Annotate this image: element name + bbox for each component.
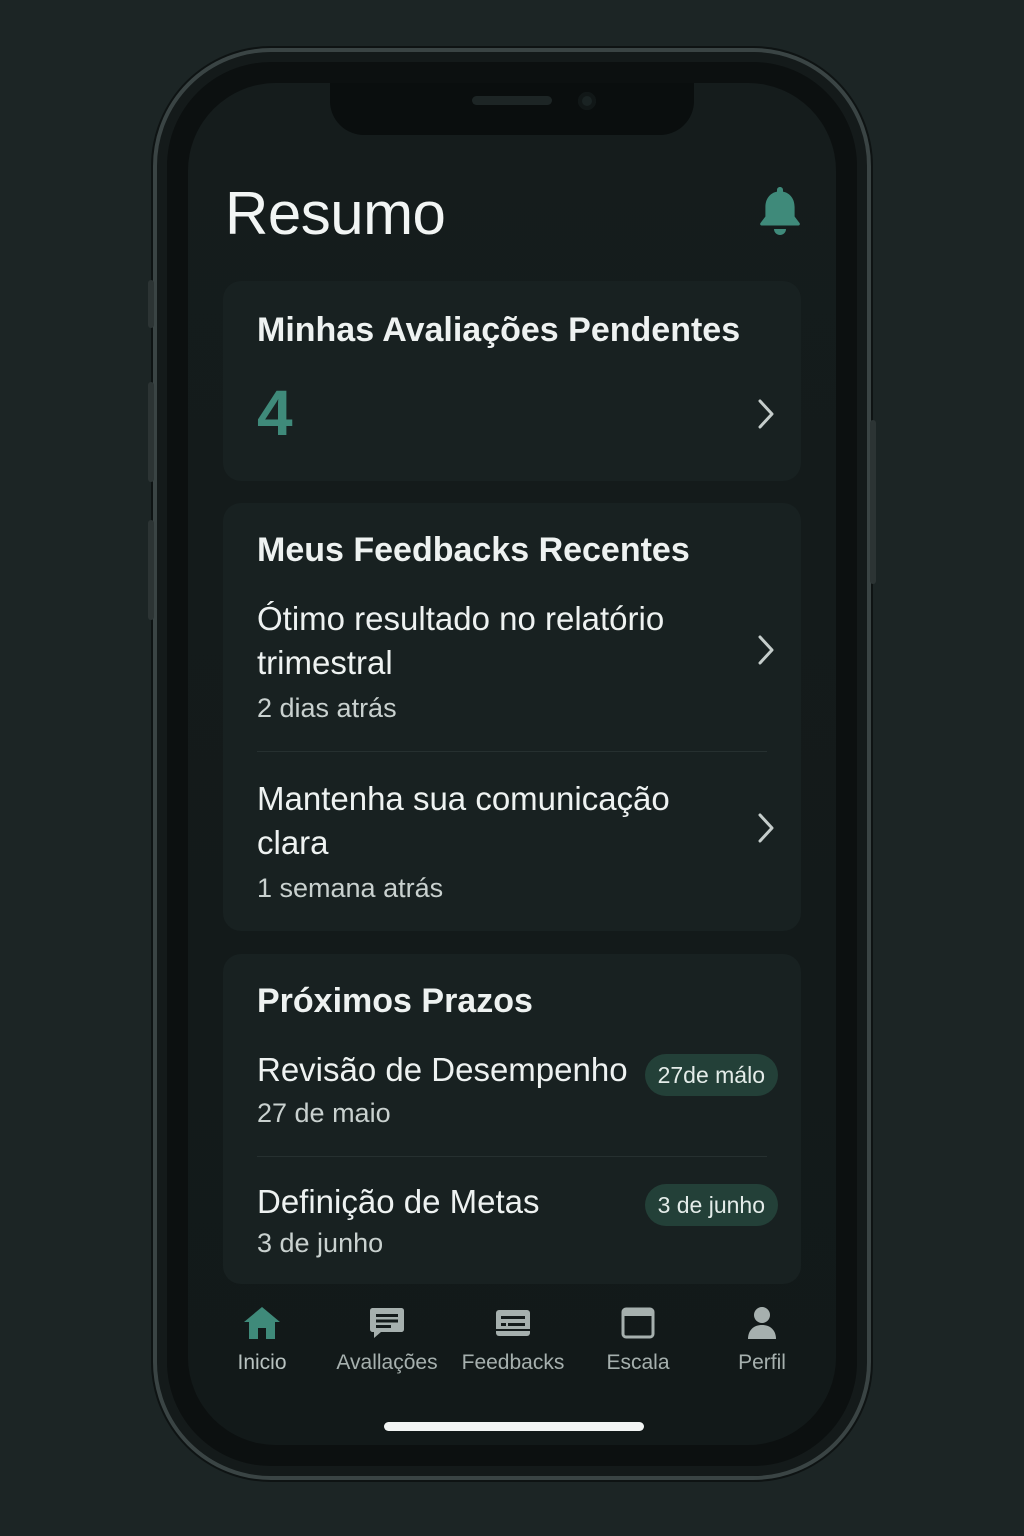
pending-reviews-card[interactable]: Minhas Avaliações Pendentes 4 <box>223 281 801 481</box>
chevron-right-icon <box>758 813 774 843</box>
side-button-volume-up <box>148 382 154 482</box>
tab-label: Perfil <box>738 1351 786 1374</box>
feedback-item[interactable]: Mantenha sua comunicação clara 1 semana … <box>223 777 801 927</box>
upcoming-deadlines-card: Próximos Prazos Revisão de Desempenho 27… <box>223 954 801 1284</box>
deadline-date: 27 de maio <box>257 1098 391 1128</box>
chevron-right-icon <box>758 635 774 665</box>
deadline-badge: 3 de junho <box>644 1184 778 1226</box>
chevron-right-icon <box>758 399 774 429</box>
deadline-title: Revisão de Desempenho <box>257 1051 628 1088</box>
tab-perfil[interactable]: Perfil <box>697 1295 827 1395</box>
pending-reviews-title: Minhas Avaliações Pendentes <box>257 311 741 349</box>
feedback-title-line1: Ótimo resultado no relatório <box>257 600 665 637</box>
feedback-title-line2: clara <box>257 824 329 861</box>
deadline-item[interactable]: Definição de Metas 3 de junho 3 de junho <box>223 1180 801 1284</box>
deadline-date: 3 de junho <box>257 1228 384 1258</box>
speaker-grille <box>472 96 552 105</box>
divider <box>257 751 767 752</box>
deadline-badge: 27de málo <box>644 1054 778 1096</box>
home-indicator[interactable] <box>384 1422 644 1431</box>
side-button-volume-down <box>148 520 154 620</box>
tab-label: Avallações <box>336 1351 438 1374</box>
phone-screen: Resumo Minhas Avaliações Pendentes 4 Meu… <box>188 83 836 1445</box>
front-camera <box>578 92 596 110</box>
person-icon <box>748 1307 776 1339</box>
upcoming-deadlines-title: Próximos Prazos <box>257 982 533 1020</box>
recent-feedbacks-title: Meus Feedbacks Recentes <box>257 531 690 569</box>
deadline-item[interactable]: Revisão de Desempenho 27 de maio 27de má… <box>223 1048 801 1158</box>
chat-icon <box>370 1308 404 1338</box>
recent-feedbacks-card: Meus Feedbacks Recentes Ótimo resultado … <box>223 503 801 931</box>
tab-escala[interactable]: Escala <box>573 1295 703 1395</box>
deadline-title: Definição de Metas <box>257 1183 540 1220</box>
home-icon <box>244 1307 280 1339</box>
feedback-time: 1 semana atrás <box>257 873 444 903</box>
feedback-card-icon <box>496 1310 530 1336</box>
divider <box>257 1156 767 1157</box>
tab-feedbacks[interactable]: Feedbacks <box>448 1295 578 1395</box>
notch <box>330 83 694 135</box>
side-button-silent <box>148 280 154 328</box>
tab-label: Feedbacks <box>461 1351 565 1374</box>
tab-avaliacoes[interactable]: Avallações <box>322 1295 452 1395</box>
side-button-power <box>870 420 876 584</box>
bell-icon[interactable] <box>756 183 804 239</box>
feedback-item[interactable]: Ótimo resultado no relatório trimestral … <box>223 597 801 747</box>
pending-reviews-count: 4 <box>257 377 293 449</box>
feedback-time: 2 dias atrás <box>257 693 397 723</box>
feedback-title-line2: trimestral <box>257 644 393 681</box>
tab-label: Escala <box>606 1351 670 1374</box>
window-icon <box>621 1307 655 1339</box>
tab-label: Inicio <box>237 1351 287 1374</box>
tab-bar: Inicio Avallações Feedbacks Escala Perfi… <box>188 1295 836 1405</box>
page-title: Resumo <box>225 180 446 247</box>
feedback-title-line1: Mantenha sua comunicação <box>257 780 670 817</box>
tab-inicio[interactable]: Inicio <box>197 1295 327 1395</box>
